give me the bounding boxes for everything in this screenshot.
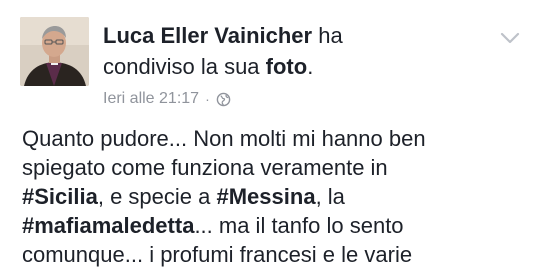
meta-separator: ·: [205, 91, 210, 107]
hashtag-text: Sicilia: [34, 184, 98, 209]
post-body-line: comunque... i profumi francesi e le vari…: [22, 242, 413, 267]
post-header-line-2: condiviso la sua foto.: [103, 53, 313, 81]
post-body-text: , la: [315, 184, 345, 209]
hashtag-text: Messina: [228, 184, 316, 209]
author-avatar[interactable]: [20, 17, 89, 86]
globe-icon[interactable]: [216, 92, 231, 107]
post-body-line: #mafiamaledetta... ma il tanfo lo sento: [22, 211, 527, 240]
hashtag-symbol: #: [22, 184, 35, 209]
post-body-line: #Sicilia, e specie a #Messina, la: [22, 182, 527, 211]
post-body-line: Quanto pudore... Non molti mi hanno ben: [22, 126, 426, 151]
chevron-down-icon[interactable]: [498, 28, 522, 48]
action-suffix: .: [307, 54, 314, 79]
hashtag-symbol: #: [22, 213, 35, 238]
post-header-line-1: Luca Eller Vainicher ha: [103, 22, 343, 50]
hashtag-sicilia[interactable]: #Sicilia: [22, 184, 98, 209]
hashtag-mafiamaledetta[interactable]: #mafiamaledetta: [22, 213, 194, 238]
post-body-text: ... ma il tanfo lo sento: [194, 213, 404, 238]
post-timestamp[interactable]: Ieri alle 21:17: [103, 88, 199, 110]
hashtag-messina[interactable]: #Messina: [216, 184, 315, 209]
hashtag-symbol: #: [216, 184, 229, 209]
action-text-1: ha: [312, 23, 343, 48]
hashtag-text: mafiamaledetta: [34, 213, 195, 238]
facebook-post: Luca Eller Vainicher ha condiviso la sua…: [0, 0, 533, 267]
action-text-2: condiviso la sua: [103, 54, 266, 79]
post-body: Quanto pudore... Non molti mi hanno ben …: [22, 124, 527, 269]
photo-link[interactable]: foto: [266, 54, 308, 79]
author-name-link[interactable]: Luca Eller Vainicher: [103, 23, 312, 48]
post-body-line: spiegato come funziona veramente in: [22, 155, 388, 180]
avatar-photo: [20, 17, 89, 86]
post-body-text: , e specie a: [97, 184, 217, 209]
post-meta: Ieri alle 21:17 ·: [103, 88, 231, 110]
